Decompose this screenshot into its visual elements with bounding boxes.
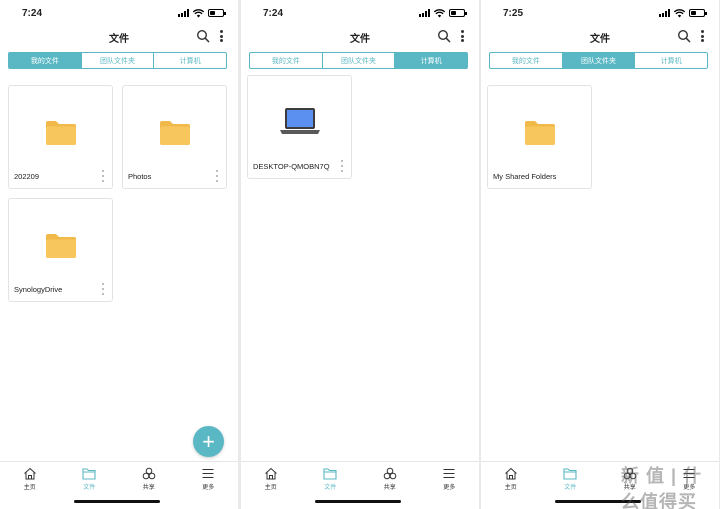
home-indicator: [315, 500, 401, 503]
tab-my-files[interactable]: 我的文件: [490, 53, 563, 68]
item-menu-icon[interactable]: [101, 170, 105, 182]
more-options-icon[interactable]: [218, 29, 224, 43]
tab-my-files[interactable]: 我的文件: [250, 53, 323, 68]
nav-label: 共享: [383, 485, 396, 491]
computer-card[interactable]: DESKTOP-QMOBN7Q: [247, 75, 352, 179]
nav-label: 文件: [564, 485, 577, 491]
cellular-signal-icon: [419, 9, 430, 17]
segmented-tabs: 我的文件 团队文件夹 计算机: [8, 52, 227, 69]
bottom-nav: 主页 文件 共享 更多: [0, 461, 238, 493]
home-icon: [504, 467, 517, 480]
screenshot-collage: 7:24 文件 我的文件 团队文件夹 计算机 202209 Photos Syn…: [0, 0, 720, 509]
tab-computers[interactable]: 计算机: [635, 53, 707, 68]
item-menu-icon[interactable]: [340, 160, 344, 172]
battery-icon: [689, 9, 707, 17]
nav-item-share[interactable]: 共享: [360, 462, 420, 493]
tab-team-folders[interactable]: 团队文件夹: [82, 53, 155, 68]
nav-item-home[interactable]: 主页: [481, 462, 541, 493]
phone-screen-my-files: 7:24 文件 我的文件 团队文件夹 计算机 202209 Photos Syn…: [0, 0, 238, 509]
segmented-tabs: 我的文件 团队文件夹 计算机: [249, 52, 468, 69]
folder-card[interactable]: My Shared Folders: [487, 85, 592, 189]
battery-icon: [449, 9, 467, 17]
nav-item-files[interactable]: 文件: [541, 462, 601, 493]
computer-name: DESKTOP-QMOBN7Q: [253, 162, 330, 171]
laptop-icon: [280, 108, 320, 134]
folder-nav-icon: [323, 468, 337, 480]
folder-icon: [46, 121, 76, 145]
status-bar: 7:25: [481, 0, 719, 26]
folder-icon: [525, 121, 555, 145]
nav-label: 主页: [23, 485, 36, 491]
menu-icon: [443, 468, 455, 479]
home-icon: [264, 467, 277, 480]
wifi-icon: [434, 8, 445, 17]
home-indicator: [74, 500, 160, 503]
status-bar: 7:24: [0, 0, 238, 26]
folder-nav-icon: [563, 468, 577, 480]
phone-screen-computers: 7:24 文件 我的文件 团队文件夹 计算机 DESKTOP-QMOBN7Q 主…: [241, 0, 479, 509]
search-icon[interactable]: [437, 29, 451, 43]
tab-team-folders[interactable]: 团队文件夹: [562, 53, 636, 68]
share-icon: [142, 467, 156, 480]
folder-name: SynologyDrive: [14, 285, 63, 294]
nav-label: 主页: [264, 485, 277, 491]
share-icon: [383, 467, 397, 480]
home-icon: [23, 467, 36, 480]
status-time: 7:25: [503, 8, 524, 19]
item-menu-icon[interactable]: [215, 170, 219, 182]
wifi-icon: [193, 8, 204, 17]
wifi-icon: [674, 8, 685, 17]
tab-team-folders[interactable]: 团队文件夹: [323, 53, 396, 68]
segmented-tabs: 我的文件 团队文件夹 计算机: [489, 52, 708, 69]
folder-name: Photos: [128, 172, 152, 181]
battery-icon: [208, 9, 226, 17]
nav-item-more[interactable]: 更多: [420, 462, 480, 493]
app-header: 文件: [241, 26, 479, 48]
folder-name: 202209: [14, 172, 40, 181]
tab-computers[interactable]: 计算机: [395, 53, 468, 68]
nav-label: 文件: [324, 485, 337, 491]
cellular-signal-icon: [178, 9, 189, 17]
nav-item-files[interactable]: 文件: [301, 462, 361, 493]
status-bar: 7:24: [241, 0, 479, 26]
app-header: 文件: [481, 26, 719, 48]
nav-item-files[interactable]: 文件: [60, 462, 120, 493]
watermark: 新 值 | 什么值得买: [621, 466, 703, 509]
search-icon[interactable]: [677, 29, 691, 43]
nav-item-home[interactable]: 主页: [0, 462, 60, 493]
bottom-nav: 主页 文件 共享 更多: [241, 461, 479, 493]
folder-nav-icon: [82, 468, 96, 480]
tab-computers[interactable]: 计算机: [154, 53, 226, 68]
nav-label: 主页: [504, 485, 517, 491]
more-options-icon[interactable]: [699, 29, 705, 43]
nav-item-share[interactable]: 共享: [119, 462, 179, 493]
nav-label: 更多: [443, 485, 456, 491]
folder-card[interactable]: SynologyDrive: [8, 198, 113, 302]
folder-icon: [46, 234, 76, 258]
folder-card[interactable]: Photos: [122, 85, 227, 189]
app-header: 文件: [0, 26, 238, 48]
folder-card[interactable]: 202209: [8, 85, 113, 189]
search-icon[interactable]: [196, 29, 210, 43]
nav-label: 更多: [202, 485, 215, 491]
nav-item-more[interactable]: 更多: [179, 462, 239, 493]
menu-icon: [202, 468, 214, 479]
folder-icon: [160, 121, 190, 145]
status-time: 7:24: [263, 8, 284, 19]
nav-label: 共享: [142, 485, 155, 491]
nav-label: 文件: [83, 485, 96, 491]
phone-screen-team-folders: 7:25 文件 我的文件 团队文件夹 计算机 My Shared Folders…: [481, 0, 719, 509]
nav-item-home[interactable]: 主页: [241, 462, 301, 493]
folder-name: My Shared Folders: [493, 172, 557, 181]
item-menu-icon[interactable]: [101, 283, 105, 295]
more-options-icon[interactable]: [459, 29, 465, 43]
add-button[interactable]: +: [193, 426, 224, 457]
tab-my-files[interactable]: 我的文件: [9, 53, 82, 68]
cellular-signal-icon: [659, 9, 670, 17]
status-time: 7:24: [22, 8, 43, 19]
